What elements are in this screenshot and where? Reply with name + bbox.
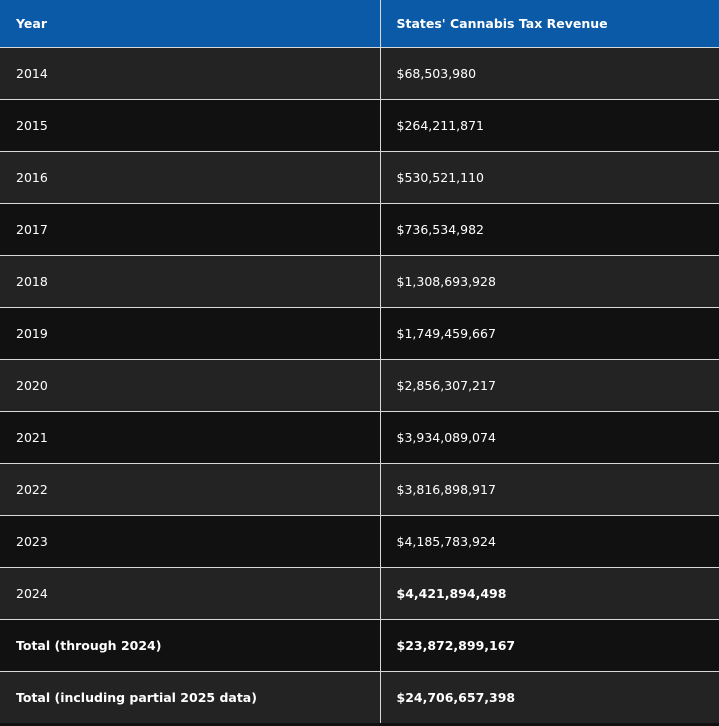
year-cell: 2016 — [0, 151, 380, 204]
revenue-cell: $4,185,783,924 — [379, 515, 719, 568]
table-header: Year States' Cannabis Tax Revenue — [0, 0, 719, 48]
table-body: 2014 $68,503,980 2015 $264,211,871 2016 $530,… — [0, 47, 719, 723]
year-cell: 2023 — [0, 515, 380, 568]
table-row: 2024 $4,421,894,498 — [0, 567, 719, 620]
table-row: 2018 $1,308,693,928 — [0, 255, 719, 308]
year-cell: 2018 — [0, 255, 380, 308]
revenue-cell: $24,706,657,398 — [379, 671, 719, 723]
year-cell: Total (including partial 2025 data) — [0, 671, 380, 723]
year-cell: 2024 — [0, 567, 380, 620]
table-row: 2015 $264,211,871 — [0, 99, 719, 152]
revenue-cell: $3,816,898,917 — [379, 463, 719, 516]
revenue-cell: $68,503,980 — [379, 47, 719, 100]
year-cell: 2022 — [0, 463, 380, 516]
year-cell: 2020 — [0, 359, 380, 412]
year-cell: 2014 — [0, 47, 380, 100]
table-row: 2017 $736,534,982 — [0, 203, 719, 256]
table-row: 2021 $3,934,089,074 — [0, 411, 719, 464]
table-row: 2016 $530,521,110 — [0, 151, 719, 204]
year-cell: 2015 — [0, 99, 380, 152]
table-row: 2023 $4,185,783,924 — [0, 515, 719, 568]
year-column-header: Year — [0, 0, 380, 48]
table-header-row: Year States' Cannabis Tax Revenue — [0, 0, 719, 48]
revenue-cell: $1,308,693,928 — [379, 255, 719, 308]
table-row: Total (including partial 2025 data) $24,7… — [0, 671, 719, 723]
revenue-cell: $530,521,110 — [379, 151, 719, 204]
table-row: 2019 $1,749,459,667 — [0, 307, 719, 360]
table-row: 2020 $2,856,307,217 — [0, 359, 719, 412]
revenue-cell: $23,872,899,167 — [379, 619, 719, 672]
revenue-cell: $2,856,307,217 — [379, 359, 719, 412]
year-cell: 2019 — [0, 307, 380, 360]
revenue-column-header: States' Cannabis Tax Revenue — [379, 0, 719, 48]
revenue-cell: $4,421,894,498 — [379, 567, 719, 620]
year-cell: 2017 — [0, 203, 380, 256]
table-row: 2014 $68,503,980 — [0, 47, 719, 100]
table-row: 2022 $3,816,898,917 — [0, 463, 719, 516]
year-cell: Total (through 2024) — [0, 619, 380, 672]
cannabis-tax-revenue-table: Year States' Cannabis Tax Revenue 2014 $6… — [0, 0, 719, 723]
revenue-cell: $736,534,982 — [379, 203, 719, 256]
revenue-cell: $3,934,089,074 — [379, 411, 719, 464]
year-cell: 2021 — [0, 411, 380, 464]
revenue-cell: $264,211,871 — [379, 99, 719, 152]
table-row: Total (through 2024) $23,872,899,167 — [0, 619, 719, 672]
revenue-cell: $1,749,459,667 — [379, 307, 719, 360]
